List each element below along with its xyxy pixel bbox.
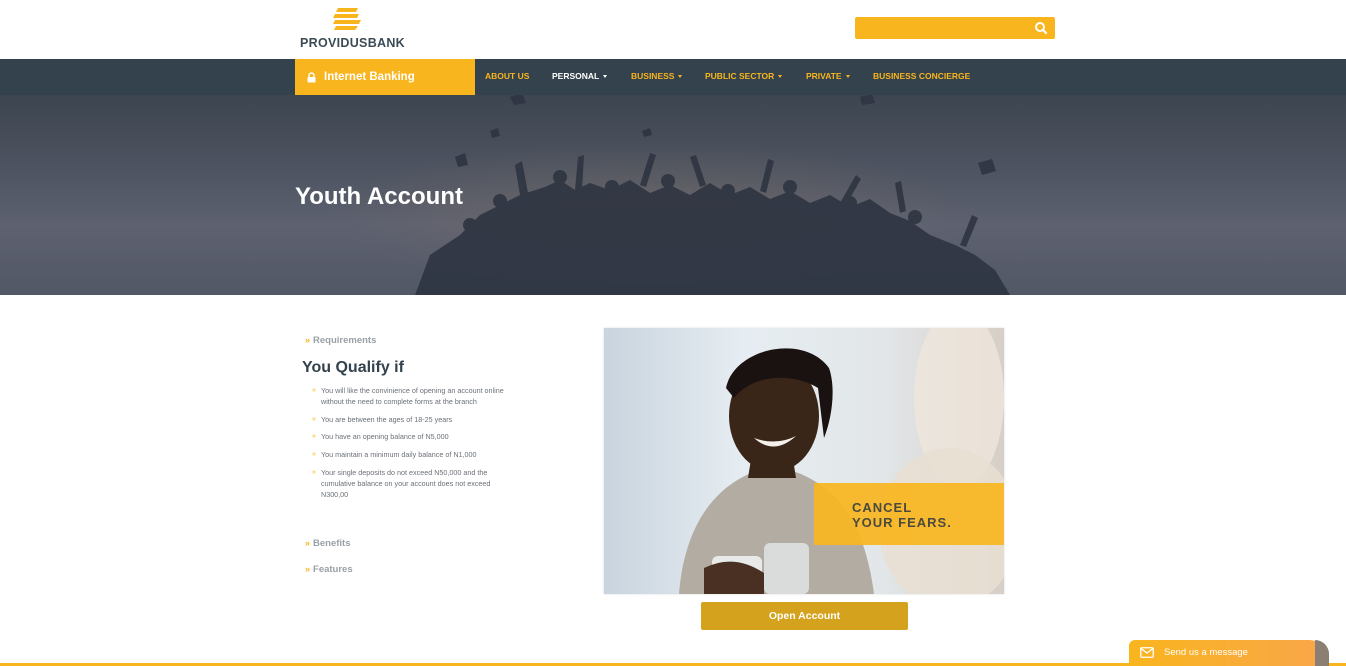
double-chevron-right-icon: » xyxy=(312,387,316,394)
nav-business-concierge[interactable]: BUSINESS CONCIERGE xyxy=(873,59,970,95)
lock-icon xyxy=(307,71,316,82)
smiling-woman-photo xyxy=(679,328,1004,594)
benefits-link[interactable]: » Benefits xyxy=(305,538,351,549)
nav-business[interactable]: BUSINESS xyxy=(631,59,683,95)
features-label: Features xyxy=(313,564,353,575)
double-chevron-right-icon: » xyxy=(312,433,316,441)
caret-down-icon xyxy=(845,75,850,79)
caret-down-icon xyxy=(678,75,683,79)
graduates-silhouette-image xyxy=(415,95,1010,295)
page-title: Youth Account xyxy=(295,183,463,210)
promo-line-1: CANCEL xyxy=(852,500,913,515)
list-item-text: You are between the ages of 18-25 years xyxy=(321,414,453,424)
open-account-button[interactable]: Open Account xyxy=(701,602,908,630)
nav-public-sector[interactable]: PUBLIC SECTOR xyxy=(705,59,783,95)
send-message-widget[interactable]: Send us a message xyxy=(1129,640,1329,666)
nav-label: BUSINESS CONCIERGE xyxy=(873,71,971,81)
benefits-label: Benefits xyxy=(313,538,351,549)
header: PROVIDUSBANK xyxy=(0,0,1346,59)
double-chevron-right-icon: » xyxy=(305,538,311,548)
widget-corner xyxy=(1315,640,1329,666)
list-item-text: You will like the convinience of opening… xyxy=(321,386,504,406)
main-nav: Internet Banking ABOUT US PERSONAL BUSIN… xyxy=(0,59,1346,95)
internet-banking-label: Internet Banking xyxy=(324,71,415,83)
double-chevron-right-icon: » xyxy=(305,564,311,574)
promo-image: CANCEL YOUR FEARS. xyxy=(604,328,1004,594)
caret-down-icon xyxy=(603,75,608,79)
logo-mark-icon xyxy=(333,8,361,30)
list-item: » You have an opening balance of N5,000 xyxy=(312,432,513,443)
send-message-label: Send us a message xyxy=(1164,647,1248,658)
caret-down-icon xyxy=(778,75,783,79)
list-item: » You will like the convinience of openin… xyxy=(312,386,513,408)
double-chevron-right-icon: » xyxy=(312,415,316,423)
double-chevron-right-icon: » xyxy=(305,335,311,345)
requirements-label: Requirements xyxy=(313,335,377,346)
promo-tagline: CANCEL YOUR FEARS. xyxy=(852,500,1002,530)
qualify-list: » You will like the convinience of openin… xyxy=(312,386,513,507)
features-link[interactable]: » Features xyxy=(305,564,353,575)
qualify-heading: You Qualify if xyxy=(302,359,404,376)
list-item: » You maintain a minimum daily balance of… xyxy=(312,450,513,461)
envelope-icon xyxy=(1140,647,1154,658)
page: PROVIDUSBANK Internet Banking ABOUT US P… xyxy=(0,0,1346,666)
nav-label: PERSONAL xyxy=(552,71,600,81)
list-item-text: Your single deposits do not exceed N50,0… xyxy=(321,467,491,499)
hero-banner: Youth Account xyxy=(0,95,1346,295)
list-item: » You are between the ages of 18-25 years xyxy=(312,414,513,426)
internet-banking-button[interactable]: Internet Banking xyxy=(295,59,475,95)
nav-label: PUBLIC SECTOR xyxy=(705,71,775,81)
nav-about-us[interactable]: ABOUT US xyxy=(485,59,529,95)
requirements-link[interactable]: » Requirements xyxy=(305,335,376,346)
list-item: » Your single deposits do not exceed N50,… xyxy=(312,467,513,500)
brand-name: PROVIDUSBANK xyxy=(300,36,405,50)
brand-logo[interactable]: PROVIDUSBANK xyxy=(300,6,410,52)
search-box xyxy=(855,17,1055,39)
search-input[interactable] xyxy=(855,17,1025,39)
nav-personal[interactable]: PERSONAL xyxy=(552,59,608,95)
nav-private[interactable]: PRIVATE xyxy=(806,59,850,95)
promo-line-2: YOUR FEARS. xyxy=(852,515,952,530)
nav-label: ABOUT US xyxy=(485,71,530,81)
nav-label: PRIVATE xyxy=(806,71,842,81)
search-icon[interactable] xyxy=(1033,20,1049,36)
double-chevron-right-icon: » xyxy=(312,468,316,476)
nav-label: BUSINESS xyxy=(631,71,675,81)
double-chevron-right-icon: » xyxy=(312,451,316,459)
list-item-text: You maintain a minimum daily balance of … xyxy=(321,450,477,460)
list-item-text: You have an opening balance of N5,000 xyxy=(321,432,449,442)
